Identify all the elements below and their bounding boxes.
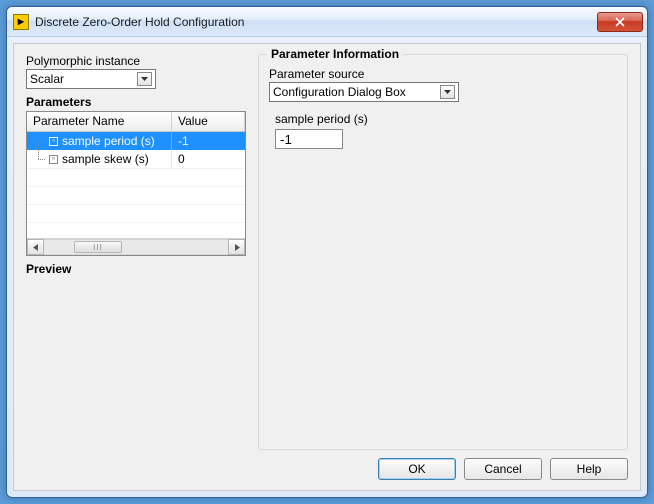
tree-node-icon: ▫: [49, 137, 58, 146]
scroll-thumb[interactable]: III: [74, 241, 122, 253]
window-title: Discrete Zero-Order Hold Configuration: [35, 15, 244, 29]
parameters-header: Parameters: [26, 95, 246, 109]
scroll-left-button[interactable]: [27, 239, 44, 255]
scroll-right-button[interactable]: [228, 239, 245, 255]
ok-button[interactable]: OK: [378, 458, 456, 480]
param-name: sample period (s): [62, 134, 155, 148]
table-row[interactable]: ▫ sample period (s) -1: [27, 132, 245, 150]
left-column: Polymorphic instance Scalar Parameters P…: [26, 54, 246, 450]
tree-node-icon: ▫: [49, 155, 58, 164]
param-name: sample skew (s): [62, 152, 149, 166]
parameter-info-group: Parameter Information Parameter source C…: [258, 54, 628, 450]
polymorphic-label: Polymorphic instance: [26, 54, 246, 68]
col-header-value[interactable]: Value: [172, 112, 245, 131]
titlebar[interactable]: ▶ Discrete Zero-Order Hold Configuration: [7, 7, 647, 37]
horizontal-scrollbar[interactable]: III: [27, 238, 245, 255]
parameters-table: Parameter Name Value ▫ sample period (s)…: [26, 111, 246, 256]
polymorphic-combo[interactable]: Scalar: [26, 69, 156, 89]
group-legend: Parameter Information: [267, 47, 403, 61]
param-source-label: Parameter source: [269, 67, 617, 81]
cancel-button[interactable]: Cancel: [464, 458, 542, 480]
param-source-value: Configuration Dialog Box: [273, 85, 406, 99]
app-icon: ▶: [13, 14, 29, 30]
client-area: Polymorphic instance Scalar Parameters P…: [13, 43, 641, 491]
chevron-down-icon: [137, 72, 152, 86]
table-row[interactable]: ▫ sample skew (s) 0: [27, 150, 245, 168]
sample-period-input[interactable]: [275, 129, 343, 149]
parameters-header-row: Parameter Name Value: [27, 112, 245, 132]
close-button[interactable]: [597, 12, 643, 32]
footer-buttons: OK Cancel Help: [26, 450, 628, 480]
sample-period-label: sample period (s): [275, 112, 617, 126]
parameters-body: ▫ sample period (s) -1 ▫ sample skew (s): [27, 132, 245, 238]
right-column: Parameter Information Parameter source C…: [258, 54, 628, 450]
param-value: -1: [172, 134, 245, 148]
param-value: 0: [172, 152, 245, 166]
scroll-track[interactable]: III: [44, 239, 228, 255]
dialog-window: ▶ Discrete Zero-Order Hold Configuration…: [6, 6, 648, 498]
close-icon: [615, 17, 625, 27]
param-source-combo[interactable]: Configuration Dialog Box: [269, 82, 459, 102]
chevron-down-icon: [440, 85, 455, 99]
polymorphic-value: Scalar: [30, 72, 64, 86]
preview-header: Preview: [26, 262, 246, 276]
col-header-name[interactable]: Parameter Name: [27, 112, 172, 131]
help-button[interactable]: Help: [550, 458, 628, 480]
